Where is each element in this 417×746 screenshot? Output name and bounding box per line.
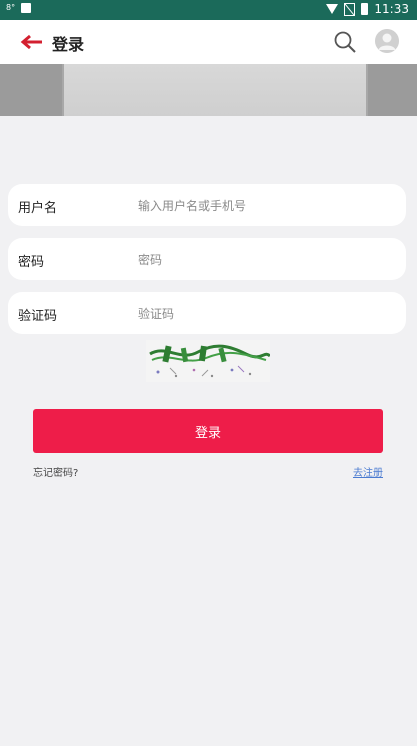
search-icon [334, 31, 356, 53]
status-bar: 8° 11:33 [0, 0, 417, 20]
username-row: 用户名 [8, 184, 406, 226]
username-input[interactable] [136, 194, 390, 218]
back-button[interactable] [20, 32, 44, 52]
forgot-password-link[interactable]: 忘记密码? [33, 464, 78, 479]
user-avatar-button[interactable] [375, 29, 399, 53]
top-banner [0, 64, 417, 116]
user-avatar-icon [375, 29, 399, 53]
status-right: 11:33 [326, 2, 409, 16]
password-label: 密码 [18, 255, 45, 270]
status-indicator: 8° [6, 3, 16, 12]
notification-square-icon [21, 3, 32, 13]
wifi-icon [326, 4, 339, 14]
search-button[interactable] [333, 30, 357, 54]
login-button[interactable]: 登录 [33, 409, 383, 453]
username-label: 用户名 [18, 201, 58, 216]
app-header: 登录 [0, 20, 417, 64]
captcha-input[interactable] [136, 302, 390, 326]
battery-icon [361, 3, 369, 15]
status-time: 11:33 [374, 2, 409, 16]
captcha-label: 验证码 [18, 309, 58, 324]
password-input[interactable] [136, 248, 390, 272]
captcha-image[interactable] [146, 340, 272, 382]
password-row: 密码 [8, 238, 406, 280]
page-title: 登录 [52, 35, 85, 54]
no-signal-icon [344, 2, 356, 16]
captcha-row: 验证码 [8, 292, 406, 334]
banner-image [62, 64, 368, 116]
back-arrow-icon [20, 34, 42, 50]
register-link[interactable]: 去注册 [353, 464, 383, 479]
status-left: 8° [6, 3, 32, 13]
captcha-graphic [146, 340, 272, 382]
